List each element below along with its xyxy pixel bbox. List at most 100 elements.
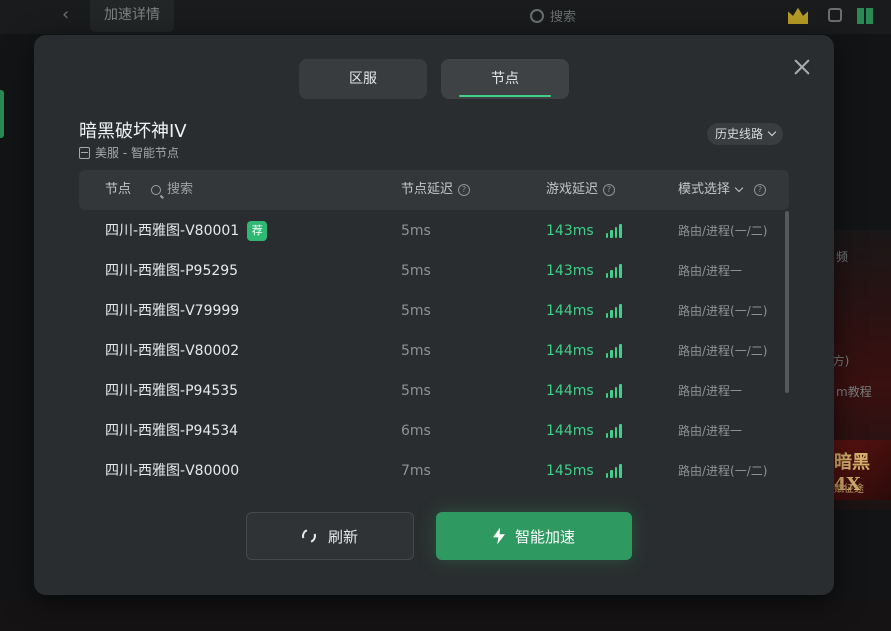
node-name-cell: 四川-西雅图-V80002	[105, 331, 239, 371]
header-node-latency: 节点延迟?	[401, 170, 471, 210]
game-server-info: 美服 - 智能节点	[79, 144, 179, 161]
header-game-latency: 游戏延迟?	[546, 170, 616, 210]
game-latency: 145ms	[546, 463, 594, 479]
node-name: 四川-西雅图-P95295	[105, 263, 239, 279]
node-row[interactable]: 四川-西雅图-P95295 5ms 143ms 路由/进程一	[79, 251, 779, 291]
game-latency: 144ms	[546, 423, 594, 439]
node-name-cell: 四川-西雅图-V80000	[105, 451, 239, 491]
refresh-button[interactable]: 刷新	[246, 512, 414, 560]
tab-acceleration-details[interactable]: 加速详情	[90, 0, 174, 32]
node-mode: 路由/进程(一/二)	[678, 464, 768, 478]
tab-active-underline	[459, 95, 551, 97]
node-list: 四川-西雅图-V80001 荐 5ms 143ms 路由/进程(一/二) 四川-西…	[79, 211, 789, 491]
node-latency: 5ms	[401, 263, 431, 279]
smart-accelerate-button[interactable]: 智能加速	[436, 512, 632, 560]
app-bottom-area	[0, 600, 891, 631]
header-node: 节点	[105, 182, 132, 197]
signal-strength-icon	[605, 344, 622, 358]
node-row[interactable]: 四川-西雅图-V80001 荐 5ms 143ms 路由/进程(一/二)	[79, 211, 779, 251]
game-latency: 143ms	[546, 263, 594, 279]
node-latency: 5ms	[401, 343, 431, 359]
help-icon[interactable]: ?	[603, 184, 616, 196]
node-name-cell: 四川-西雅图-P95295	[105, 251, 238, 291]
node-search-input[interactable]: 搜索	[151, 170, 193, 210]
game-latency: 144ms	[546, 303, 594, 319]
tab-server[interactable]: 区服	[299, 59, 427, 99]
search-icon	[530, 9, 544, 23]
node-mode: 路由/进程一	[678, 264, 743, 278]
gift-icon[interactable]	[828, 8, 842, 22]
sidebar-active-indicator	[0, 90, 4, 138]
game-latency: 144ms	[546, 343, 594, 359]
lightning-icon	[492, 527, 505, 545]
node-row[interactable]: 四川-西雅图-P94535 5ms 144ms 路由/进程一	[79, 371, 779, 411]
node-row[interactable]: 四川-西雅图-P94534 6ms 144ms 路由/进程一	[79, 411, 779, 451]
game-latency: 144ms	[546, 383, 594, 399]
node-latency: 5ms	[401, 383, 431, 399]
mode-select-dropdown[interactable]: 模式选择?	[678, 170, 767, 210]
node-mode: 路由/进程(一/二)	[678, 304, 768, 318]
node-name: 四川-西雅图-P94535	[105, 383, 239, 399]
tab-server-label: 区服	[349, 71, 377, 87]
node-name-cell: 四川-西雅图-V79999	[105, 291, 239, 331]
promo-banner-subtitle: 赋征途	[834, 484, 864, 495]
node-mode: 路由/进程(一/二)	[678, 344, 768, 358]
chevron-down-icon	[734, 183, 744, 193]
signal-strength-icon	[605, 384, 622, 398]
node-name-cell: 四川-西雅图-V80001 荐	[105, 211, 268, 251]
promo-banner[interactable]: 暗黑4X 赋征途	[834, 440, 891, 500]
back-chevron-icon[interactable]: ‹	[62, 4, 69, 25]
history-routes-label: 历史线路	[715, 127, 764, 141]
game-server-text: 美服 - 智能节点	[95, 146, 179, 160]
signal-strength-icon	[605, 224, 622, 238]
app-search-placeholder: 搜索	[550, 10, 577, 25]
header-node-latency-label: 节点延迟	[401, 182, 454, 197]
node-selection-dialog: 区服 节点 暗黑破坏神IV 美服 - 智能节点 历史线路 节点 搜索 节点延迟?…	[34, 35, 834, 595]
app-search[interactable]: 搜索	[530, 6, 576, 25]
tab-node[interactable]: 节点	[441, 59, 569, 99]
help-icon[interactable]: ?	[458, 184, 471, 196]
node-name: 四川-西雅图-V80001	[105, 223, 240, 239]
node-name: 四川-西雅图-V80002	[105, 343, 240, 359]
game-latency: 143ms	[546, 223, 594, 239]
node-latency: 5ms	[401, 303, 431, 319]
node-name-cell: 四川-西雅图-P94534	[105, 411, 238, 451]
search-icon	[151, 185, 161, 195]
node-list-scrollbar[interactable]	[785, 211, 789, 393]
side-text: 频	[836, 250, 849, 264]
node-name: 四川-西雅图-V79999	[105, 303, 240, 319]
refresh-icon	[299, 526, 319, 546]
signal-strength-icon	[605, 424, 622, 438]
server-icon	[79, 146, 90, 159]
node-latency: 7ms	[401, 463, 431, 479]
signal-strength-icon	[605, 264, 622, 278]
node-table-header: 节点 搜索 节点延迟? 游戏延迟? 模式选择?	[79, 170, 789, 210]
node-name-cell: 四川-西雅图-P94535	[105, 371, 238, 411]
node-search-placeholder: 搜索	[167, 182, 194, 197]
node-row[interactable]: 四川-西雅图-V79999 5ms 144ms 路由/进程(一/二)	[79, 291, 779, 331]
apps-grid-icon[interactable]	[857, 8, 873, 24]
signal-strength-icon	[605, 304, 622, 318]
smart-accelerate-label: 智能加速	[514, 527, 575, 546]
node-name: 四川-西雅图-V80000	[105, 463, 240, 479]
game-latency-cell: 144ms	[546, 291, 622, 331]
game-latency-cell: 144ms	[546, 411, 622, 451]
signal-strength-icon	[605, 464, 622, 478]
header-game-latency-label: 游戏延迟	[546, 182, 599, 197]
close-icon[interactable]	[792, 57, 812, 77]
node-latency: 5ms	[401, 223, 431, 239]
side-text: m教程	[836, 385, 872, 399]
recommended-badge: 荐	[247, 221, 268, 241]
game-latency-cell: 143ms	[546, 251, 622, 291]
help-icon[interactable]: ?	[754, 184, 767, 196]
node-row[interactable]: 四川-西雅图-V80000 7ms 145ms 路由/进程(一/二)	[79, 451, 779, 491]
tab-node-label: 节点	[491, 71, 519, 87]
game-latency-cell: 144ms	[546, 371, 622, 411]
node-mode: 路由/进程(一/二)	[678, 224, 768, 238]
node-mode: 路由/进程一	[678, 384, 743, 398]
node-latency: 6ms	[401, 423, 431, 439]
history-routes-dropdown[interactable]: 历史线路	[707, 123, 784, 145]
node-mode: 路由/进程一	[678, 424, 743, 438]
game-latency-cell: 145ms	[546, 451, 622, 491]
node-row[interactable]: 四川-西雅图-V80002 5ms 144ms 路由/进程(一/二)	[79, 331, 779, 371]
